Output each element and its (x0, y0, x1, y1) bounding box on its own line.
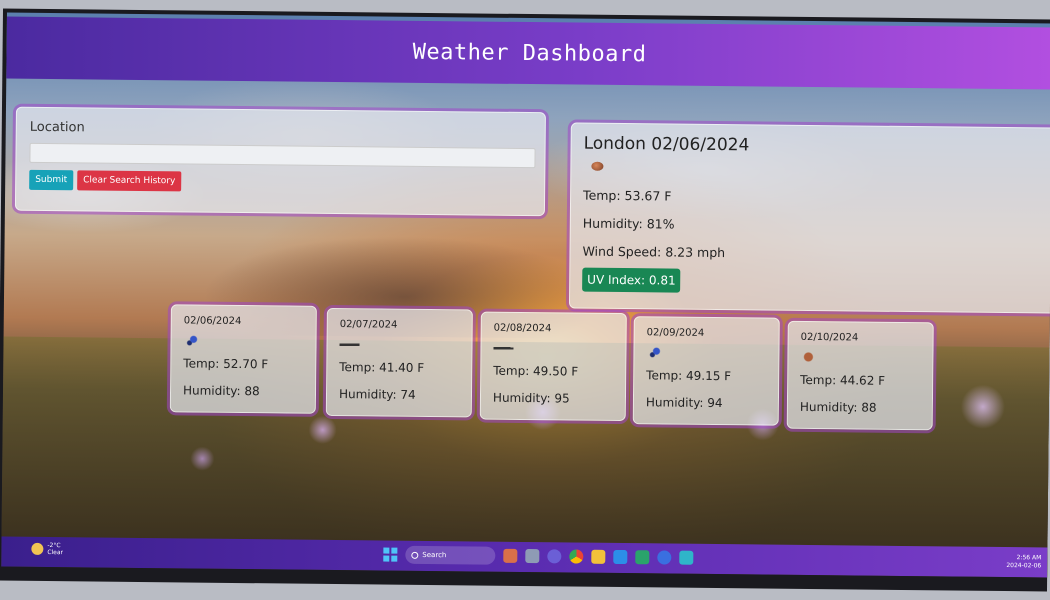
taskbar-clock[interactable]: 2:56 AM 2024-02-06 (1006, 554, 1041, 570)
forecast-card: 02/09/2024 Temp: 49.15 F Humidity: 94 (632, 316, 780, 426)
taskbar-search[interactable]: Search (405, 545, 496, 565)
forecast-humidity: Humidity: 88 (799, 399, 877, 415)
cloud-icon (493, 341, 514, 354)
current-weather-card: London 02/06/2024 Temp: 53.67 F Humidity… (568, 122, 1050, 314)
forecast-date: 02/06/2024 (183, 315, 242, 328)
forecast-humidity: Humidity: 95 (492, 390, 570, 406)
forecast-temp: Temp: 41.40 F (339, 360, 425, 375)
forecast-card: 02/08/2024 Temp: 49.50 F Humidity: 95 (479, 311, 627, 422)
search-card: Location Submit Clear Search History (14, 106, 546, 217)
widgets-icon[interactable] (503, 548, 518, 563)
search-icon (411, 551, 419, 559)
submit-button[interactable]: Submit (29, 169, 74, 191)
rain-icon (183, 334, 204, 347)
taskbar-search-label: Search (422, 550, 447, 560)
forecast-humidity: Humidity: 88 (182, 383, 260, 399)
cloud-icon (339, 338, 360, 351)
location-input[interactable] (29, 142, 536, 169)
chrome-icon[interactable] (569, 549, 584, 564)
forecast-temp: Temp: 52.70 F (183, 356, 269, 372)
notepad-icon[interactable] (679, 550, 694, 565)
monitor-frame: Weather Dashboard Location Submit Clear … (0, 8, 1050, 592)
taskbar-date: 2024-02-06 (1006, 562, 1042, 570)
forecast-temp: Temp: 49.50 F (493, 363, 579, 379)
forecast-temp: Temp: 49.15 F (646, 368, 732, 384)
browser-icon[interactable] (657, 550, 672, 565)
uv-index-badge: UV Index: 0.81 (582, 267, 681, 293)
browser-viewport: Weather Dashboard Location Submit Clear … (1, 12, 1050, 578)
clear-search-history-button[interactable]: Clear Search History (77, 170, 182, 192)
forecast-date: 02/10/2024 (800, 331, 859, 344)
chat-icon[interactable] (547, 549, 562, 564)
taskbar-condition: Clear (47, 549, 64, 557)
file-explorer-icon[interactable] (591, 549, 606, 564)
vscode-icon[interactable] (613, 549, 628, 565)
app-icon[interactable] (635, 550, 650, 565)
current-humidity: Humidity: 81% (582, 215, 675, 232)
weather-icon (591, 161, 604, 171)
app-header: Weather Dashboard (6, 16, 1050, 90)
moon-icon (31, 542, 44, 555)
forecast-date: 02/09/2024 (646, 327, 705, 339)
page-title: Weather Dashboard (412, 39, 647, 67)
current-wind: Wind Speed: 8.23 mph (582, 243, 726, 261)
forecast-humidity: Humidity: 74 (338, 387, 416, 402)
location-label: Location (29, 119, 85, 136)
forecast-card: 02/10/2024 Temp: 44.62 F Humidity: 88 (786, 320, 934, 431)
rain-icon (646, 346, 667, 359)
forecast-card: 02/06/2024 Temp: 52.70 F Humidity: 88 (169, 304, 317, 414)
forecast-date: 02/07/2024 (339, 319, 398, 331)
weather-icon (800, 350, 821, 364)
forecast-date: 02/08/2024 (493, 322, 552, 335)
forecast-humidity: Humidity: 94 (645, 395, 723, 411)
current-temp: Temp: 53.67 F (583, 187, 672, 204)
windows-start-icon[interactable] (383, 547, 398, 562)
task-view-icon[interactable] (525, 549, 540, 564)
forecast-card: 02/07/2024 Temp: 41.40 F Humidity: 74 (325, 307, 473, 418)
taskbar-weather-widget[interactable]: -2°C Clear (31, 542, 63, 556)
current-city-date: London 02/06/2024 (583, 133, 750, 156)
forecast-temp: Temp: 44.62 F (800, 372, 886, 388)
